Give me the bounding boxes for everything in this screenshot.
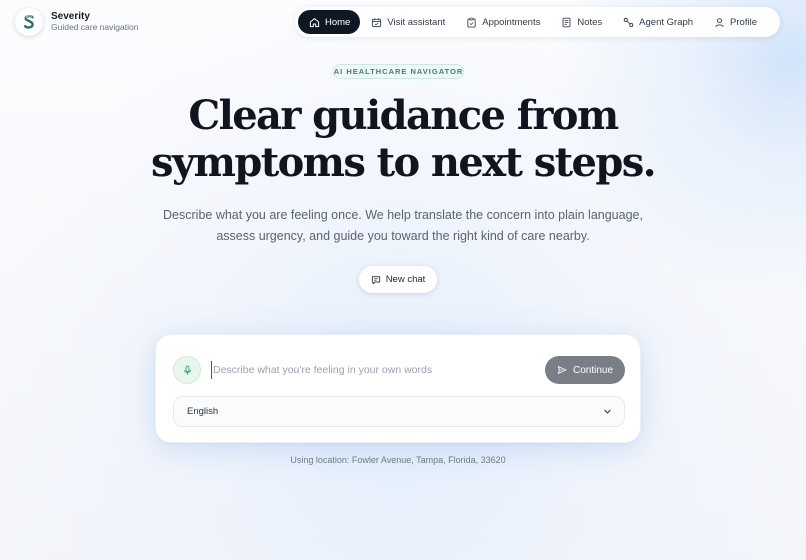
headline-line-1: Clear guidance from bbox=[188, 92, 619, 139]
nav-item-agent-graph[interactable]: Agent Graph bbox=[612, 10, 703, 34]
document-icon bbox=[562, 17, 571, 27]
top-navigation: Home Visit assistant Appointments Notes … bbox=[295, 7, 780, 37]
severity-logo-icon bbox=[15, 8, 43, 36]
send-icon bbox=[557, 366, 567, 374]
brand[interactable]: Severity Guided care navigation bbox=[15, 8, 138, 36]
nav-item-label: Visit assistant bbox=[387, 16, 446, 28]
graph-icon bbox=[623, 17, 634, 27]
eyebrow-badge: AI HEALTHCARE NAVIGATOR bbox=[333, 64, 464, 79]
symptom-input[interactable] bbox=[211, 361, 531, 379]
nav-item-label: Profile bbox=[730, 16, 757, 28]
home-icon bbox=[309, 17, 320, 27]
language-select[interactable]: English bbox=[173, 396, 625, 427]
nav-item-label: Notes bbox=[577, 16, 603, 28]
headline-line-2: symptoms to next steps. bbox=[151, 139, 657, 186]
continue-button[interactable]: Continue bbox=[545, 356, 625, 384]
new-chat-button[interactable]: New chat bbox=[359, 266, 437, 293]
location-note: Using location: Fowler Avenue, Tampa, Fl… bbox=[290, 455, 506, 465]
nav-item-label: Home bbox=[325, 16, 351, 28]
nav-item-appointments[interactable]: Appointments bbox=[455, 10, 550, 34]
symptom-composer: Continue English bbox=[155, 334, 641, 443]
brand-name: Severity bbox=[51, 10, 90, 22]
nav-item-label: Appointments bbox=[482, 16, 541, 28]
page-headline: Clear guidance from symptoms to next ste… bbox=[0, 92, 806, 186]
hero-subtitle: Describe what you are feeling once. We h… bbox=[163, 208, 643, 243]
nav-item-visit-assistant[interactable]: Visit assistant bbox=[360, 10, 455, 34]
user-icon bbox=[715, 17, 724, 27]
nav-item-notes[interactable]: Notes bbox=[550, 10, 612, 34]
microphone-icon bbox=[183, 365, 191, 375]
chevron-down-icon bbox=[604, 409, 611, 414]
calendar-icon bbox=[372, 17, 382, 27]
chat-icon bbox=[371, 275, 380, 284]
continue-label: Continue bbox=[572, 364, 614, 376]
microphone-button[interactable] bbox=[173, 356, 201, 384]
nav-item-home[interactable]: Home bbox=[298, 10, 361, 34]
nav-item-profile[interactable]: Profile bbox=[703, 10, 767, 34]
clipboard-icon bbox=[467, 17, 476, 28]
new-chat-label: New chat bbox=[385, 274, 426, 285]
language-selected-value: English bbox=[187, 406, 219, 417]
brand-tagline: Guided care navigation bbox=[51, 22, 139, 33]
nav-item-label: Agent Graph bbox=[639, 16, 694, 28]
